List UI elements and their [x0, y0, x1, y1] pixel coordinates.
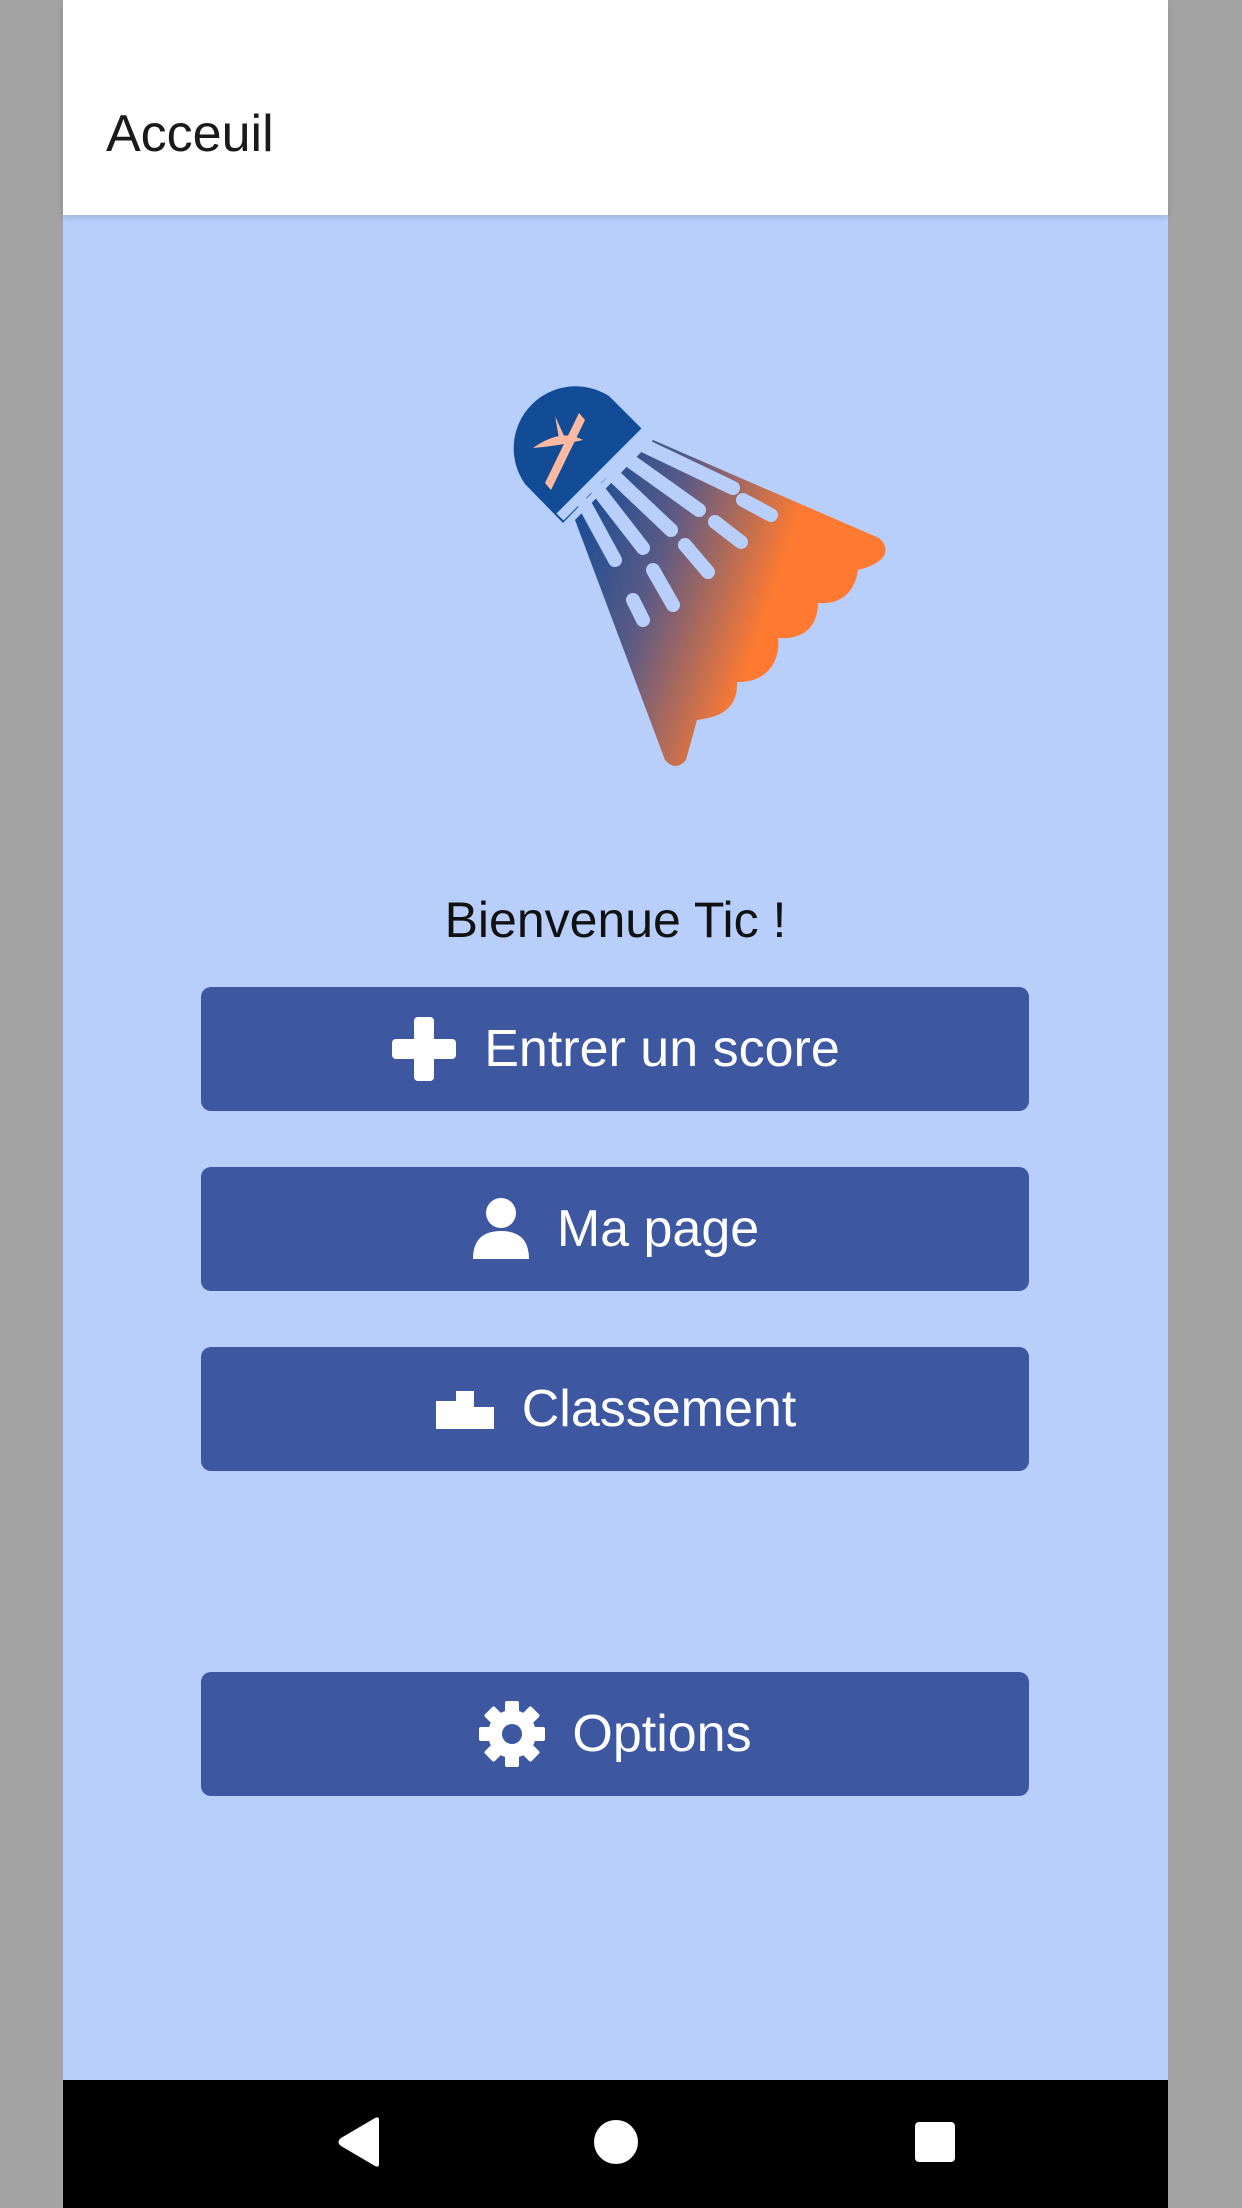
my-page-label: Ma page: [556, 1200, 760, 1258]
enter-score-button[interactable]: Entrer un score: [201, 987, 1029, 1111]
welcome-message: Bienvenue Tic !: [444, 892, 787, 948]
back-icon: [335, 2116, 383, 2173]
ranking-label: Classement: [521, 1380, 797, 1438]
app-header: Acceuil: [63, 0, 1168, 215]
options-label: Options: [572, 1705, 752, 1763]
shuttlecock-logo: [503, 380, 903, 770]
home-icon: [592, 2118, 640, 2171]
my-page-button[interactable]: Ma page: [201, 1167, 1029, 1291]
podium-icon: [434, 1389, 496, 1429]
person-icon: [471, 1197, 531, 1261]
options-button[interactable]: Options: [201, 1672, 1029, 1796]
back-button[interactable]: [295, 2080, 423, 2208]
plus-icon: [390, 1015, 458, 1083]
home-button[interactable]: [552, 2080, 680, 2208]
ranking-button[interactable]: Classement: [201, 1347, 1029, 1471]
enter-score-label: Entrer un score: [484, 1020, 840, 1078]
recents-icon: [914, 2121, 956, 2168]
gear-icon: [478, 1700, 546, 1768]
recents-button[interactable]: [871, 2080, 999, 2208]
navigation-bar: [63, 2080, 1168, 2208]
page-title: Acceuil: [106, 105, 274, 163]
phone-screen: Acceuil Bienvenue Tic ! Entrer un score …: [63, 0, 1168, 2208]
